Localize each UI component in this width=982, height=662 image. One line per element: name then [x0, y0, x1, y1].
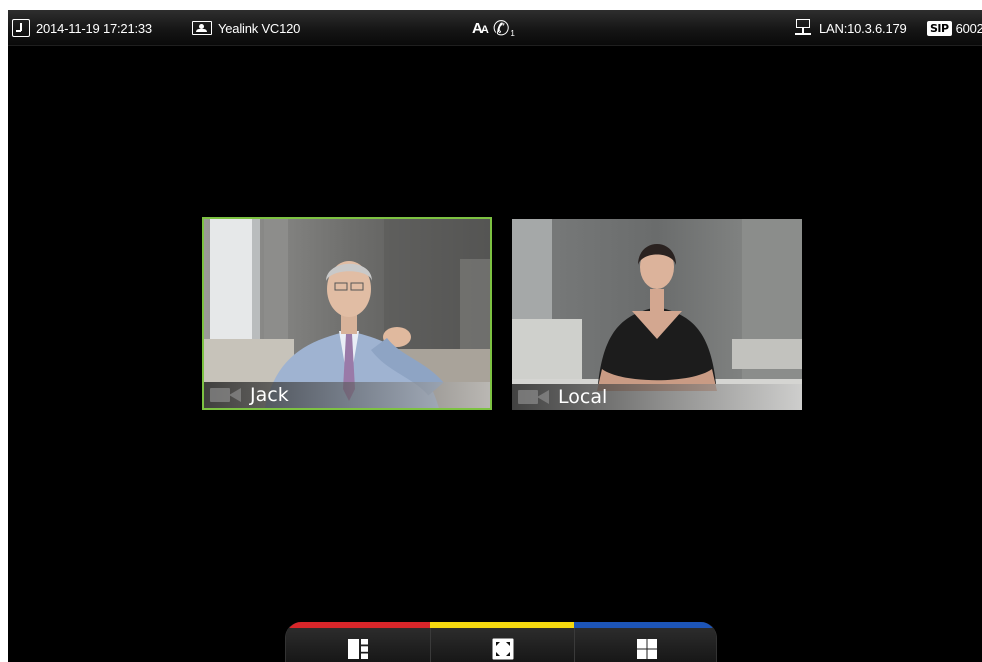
grid-layout-button[interactable]	[574, 628, 716, 662]
sip-account-indicator: SIP 6002	[927, 10, 982, 46]
device-icon	[192, 21, 212, 35]
camera-icon	[518, 388, 550, 406]
tile-label-bar: Jack	[204, 382, 490, 408]
call-count: 1	[510, 28, 515, 38]
participant-name: Jack	[250, 384, 289, 406]
handset-icon: ✆	[492, 17, 510, 40]
layout-button[interactable]	[286, 628, 430, 662]
participant-name: Local	[558, 386, 608, 408]
video-tile-jack[interactable]: Jack	[202, 217, 492, 410]
device-indicator: Yealink VC120	[192, 10, 300, 46]
lan-address: LAN:10.3.6.179	[819, 20, 907, 36]
fullscreen-button[interactable]	[430, 628, 574, 662]
sip-account: 6002	[955, 20, 982, 36]
local-video-feed	[512, 219, 802, 410]
device-name: Yealink VC120	[218, 20, 301, 36]
datetime-indicator: 2014-11-19 17:21:33	[12, 10, 152, 46]
network-indicator: LAN:10.3.6.179	[795, 10, 907, 46]
video-tile-local[interactable]: Local	[512, 219, 802, 410]
call-status-indicator: AA ✆ 1	[472, 10, 515, 46]
camera-icon	[210, 386, 242, 404]
fullscreen-icon	[492, 638, 513, 660]
clock-icon	[12, 19, 30, 37]
softkey-bar	[285, 622, 717, 662]
tile-label-bar: Local	[512, 384, 802, 410]
datetime-text: 2014-11-19 17:21:33	[36, 20, 152, 36]
grid-icon	[636, 639, 657, 659]
sip-badge: SIP	[927, 20, 952, 36]
font-size-icon: AA	[472, 19, 489, 37]
status-bar: 2014-11-19 17:21:33 Yealink VC120 AA ✆ 1…	[8, 10, 982, 46]
video-conference-screen: 2014-11-19 17:21:33 Yealink VC120 AA ✆ 1…	[8, 10, 982, 662]
network-icon	[795, 19, 811, 37]
layout-split-icon	[348, 639, 368, 659]
